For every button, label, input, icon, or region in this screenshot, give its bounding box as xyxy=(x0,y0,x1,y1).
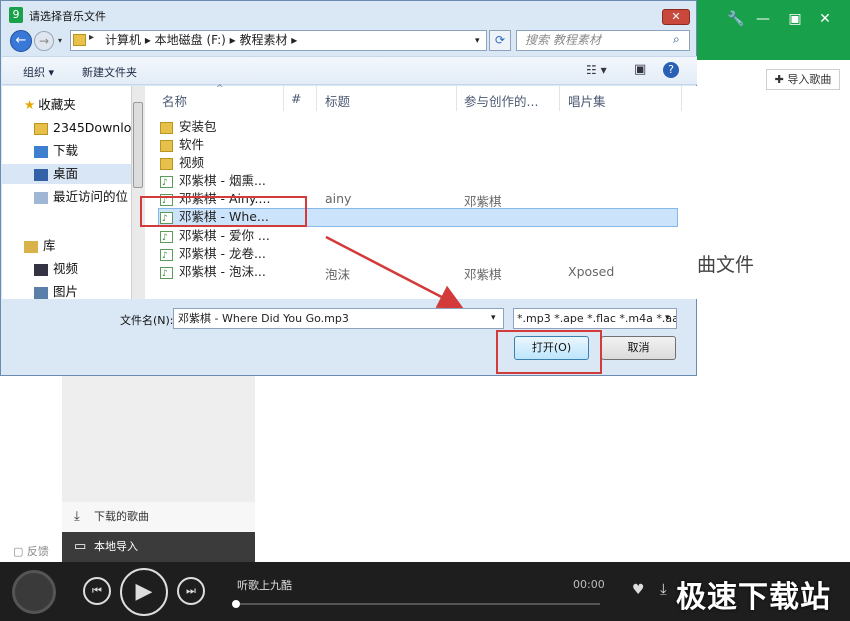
sidebar-item-local-import[interactable]: ▭ 本地导入 xyxy=(62,532,255,562)
watermark: 极速下载站 xyxy=(676,580,831,615)
highlight-annotation-open xyxy=(496,330,602,374)
progress-handle[interactable] xyxy=(232,600,240,608)
background-hint-text: 曲文件 xyxy=(697,254,755,276)
album-cover[interactable] xyxy=(12,570,56,614)
chevron-down-icon[interactable]: ▾ xyxy=(491,313,496,323)
download-icon[interactable]: ⤓ xyxy=(660,580,667,598)
play-button[interactable]: ▶ xyxy=(120,568,168,616)
chevron-down-icon[interactable]: ▾ xyxy=(665,313,670,323)
now-playing-title: 听歌上九酷 xyxy=(237,579,292,592)
playback-time: 00:00 xyxy=(573,578,605,591)
chat-icon: ▢ xyxy=(13,545,24,558)
prev-track-button[interactable]: ⏮ xyxy=(83,577,111,605)
feedback-label: 反馈 xyxy=(26,545,49,558)
close-icon[interactable]: ✕ xyxy=(812,8,838,30)
restore-icon[interactable]: ▣ xyxy=(782,8,808,30)
sidebar-item-label: 下载的歌曲 xyxy=(94,510,149,523)
heart-icon[interactable]: ♥ xyxy=(632,582,645,598)
next-track-button[interactable]: ⏭ xyxy=(177,577,205,605)
sidebar-item-label: 本地导入 xyxy=(94,540,138,553)
minimize-icon[interactable]: — xyxy=(750,8,776,30)
progress-track[interactable] xyxy=(235,603,600,605)
sidebar-item-downloaded[interactable]: ⤓ 下载的歌曲 xyxy=(62,502,255,532)
filename-label: 文件名(N): xyxy=(120,314,174,327)
filename-input[interactable]: 邓紫棋 - Where Did You Go.mp3 xyxy=(173,308,504,329)
download-icon: ⤓ xyxy=(74,509,80,524)
import-songs-button[interactable]: ✚ 导入歌曲 xyxy=(766,69,840,90)
open-file-dialog: 9 请选择音乐文件 ✕ ← → ▾ 计算机 ▸ 本地磁盘 (F:) ▸ 教程素材… xyxy=(0,0,697,376)
cancel-button[interactable]: 取消 xyxy=(601,336,676,360)
filetype-select[interactable]: *.mp3 *.ape *.flac *.m4a *.aa xyxy=(513,308,677,329)
monitor-icon: ▭ xyxy=(74,539,87,554)
feedback-link[interactable]: ▢ 反馈 xyxy=(13,543,49,559)
tool-icon[interactable]: 🔧 xyxy=(723,8,749,30)
